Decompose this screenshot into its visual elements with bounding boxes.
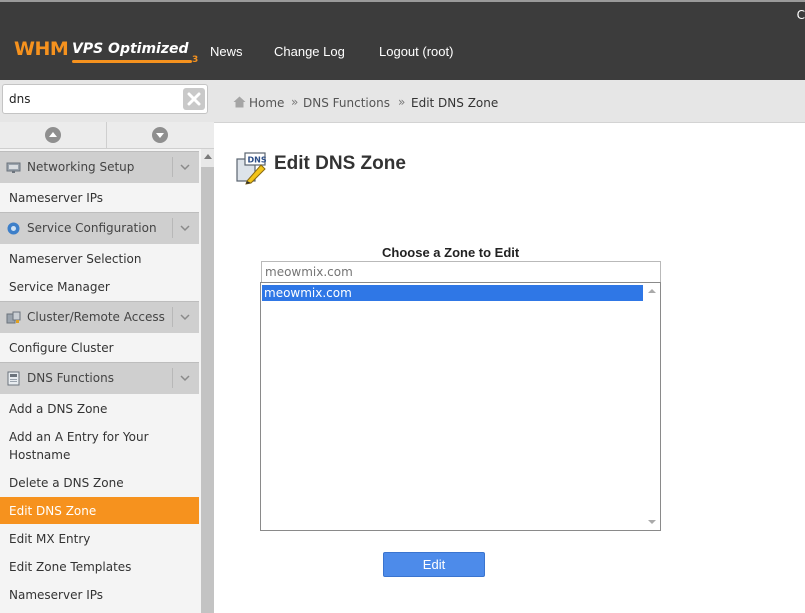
sidebar-scrollbar[interactable] (201, 149, 214, 613)
sidebar-item-nameserver-ips[interactable]: Nameserver IPs (0, 191, 199, 211)
nav-news[interactable]: News (210, 44, 243, 59)
breadcrumb-home[interactable]: Home (249, 96, 284, 110)
logo-swoosh (72, 60, 192, 63)
network-icon (6, 162, 21, 173)
section-title: Service Configuration (27, 221, 157, 235)
section-title: Networking Setup (27, 160, 135, 174)
sidebar-item-edit-dns-zone[interactable]: Edit DNS Zone (0, 497, 199, 524)
page-title: Edit DNS Zone (274, 153, 406, 174)
sidebar-item-nameserver-selection[interactable]: Nameserver Selection (0, 252, 199, 272)
nav-logout[interactable]: Logout (root) (379, 44, 453, 59)
menu-collapse-controls (0, 122, 214, 149)
section-networking-setup[interactable]: Networking Setup (0, 151, 199, 183)
close-icon (187, 92, 201, 106)
svg-text:DNS: DNS (248, 156, 267, 165)
zone-option-selected[interactable]: meowmix.com (262, 285, 643, 301)
search-input[interactable] (9, 90, 179, 108)
collapse-all-button[interactable] (0, 122, 107, 148)
scroll-up-icon (204, 154, 212, 159)
clear-search-button[interactable] (183, 88, 205, 110)
edit-button[interactable]: Edit (383, 552, 485, 577)
sidebar-item-nameserver-ips-2[interactable]: Nameserver IPs (0, 588, 199, 608)
arrow-up-icon (45, 127, 61, 143)
section-title: Cluster/Remote Access (27, 310, 165, 324)
zone-filter-input[interactable] (265, 265, 645, 279)
section-cluster-remote-access[interactable]: Cluster/Remote Access (0, 301, 199, 333)
sidebar-item-delete-dns-zone[interactable]: Delete a DNS Zone (0, 476, 199, 496)
gear-icon (7, 222, 20, 235)
top-bar: C WHM VPS Optimized 3 News Change Log Lo… (0, 2, 805, 80)
breadcrumb-separator: » (291, 95, 299, 109)
sidebar-item-service-manager[interactable]: Service Manager (0, 280, 199, 300)
sidebar-item-edit-mx-entry[interactable]: Edit MX Entry (0, 532, 199, 552)
dns-pencil-icon: DNS (236, 152, 267, 185)
sidebar-item-add-dns-zone[interactable]: Add a DNS Zone (0, 402, 199, 422)
sidebar: Networking Setup Nameserver IPs Service … (0, 149, 214, 613)
logo-sub: VPS Optimized (72, 41, 189, 57)
sidebar-item-add-a-entry[interactable]: Add an A Entry for Your (0, 430, 199, 450)
logo-main: WHM (14, 38, 69, 60)
logo-version: 3 (192, 55, 199, 65)
sidebar-item-configure-cluster[interactable]: Configure Cluster (0, 341, 199, 361)
scroll-up-icon (648, 289, 656, 293)
breadcrumb-current: Edit DNS Zone (411, 96, 499, 110)
section-service-configuration[interactable]: Service Configuration (0, 212, 199, 244)
nav-change-log[interactable]: Change Log (274, 44, 345, 59)
chevron-down-icon (180, 314, 190, 321)
zone-list-scrollbar[interactable] (644, 283, 660, 530)
main-content: Home » DNS Functions » Edit DNS Zone DNS… (214, 80, 805, 613)
cluster-icon (6, 311, 21, 324)
zone-select-list[interactable]: meowmix.com (260, 282, 661, 531)
scrollbar-thumb[interactable] (201, 167, 214, 613)
chevron-down-icon (180, 164, 190, 171)
chevron-down-icon (180, 225, 190, 232)
zone-filter-field (261, 261, 661, 283)
scroll-down-icon (648, 520, 656, 524)
section-title: DNS Functions (27, 371, 114, 385)
search-area (0, 80, 214, 123)
breadcrumb: Home » DNS Functions » Edit DNS Zone (214, 80, 805, 123)
section-dns-functions[interactable]: DNS Functions (0, 362, 199, 394)
corner-text: C (796, 8, 805, 22)
chevron-down-icon (180, 375, 190, 382)
arrow-down-icon (152, 127, 168, 143)
sidebar-item-edit-zone-templates[interactable]: Edit Zone Templates (0, 560, 199, 580)
sidebar-item-add-a-entry-hostname[interactable]: Hostname (0, 448, 199, 468)
breadcrumb-separator: » (398, 95, 406, 109)
search-field (2, 84, 208, 114)
expand-all-button[interactable] (107, 122, 213, 148)
dns-icon (7, 371, 20, 386)
breadcrumb-dns-functions[interactable]: DNS Functions (303, 96, 390, 110)
home-icon (233, 96, 246, 108)
sidebar-menu: Networking Setup Nameserver IPs Service … (0, 149, 199, 613)
choose-zone-label: Choose a Zone to Edit (382, 245, 520, 260)
